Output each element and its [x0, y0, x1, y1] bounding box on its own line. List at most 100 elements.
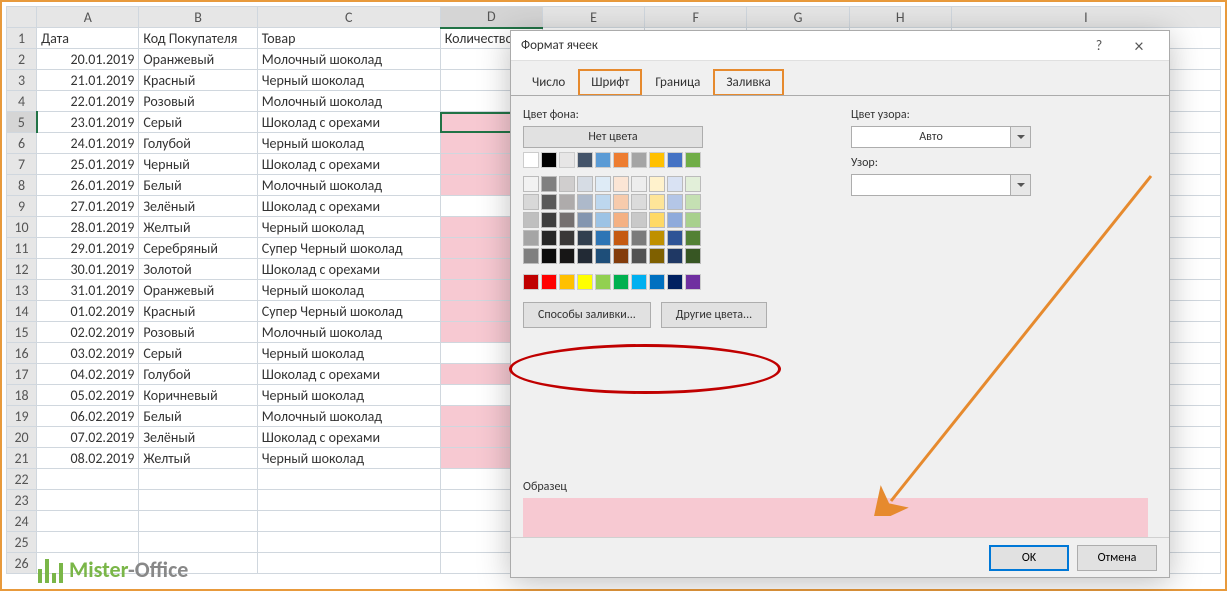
cell[interactable]: Черный — [139, 154, 257, 175]
row-header[interactable]: 6 — [7, 133, 37, 154]
row-header[interactable]: 10 — [7, 217, 37, 238]
color-swatch[interactable] — [541, 230, 557, 246]
cell[interactable]: Голубой — [139, 364, 257, 385]
color-swatch[interactable] — [523, 212, 539, 228]
row-header[interactable]: 19 — [7, 406, 37, 427]
color-swatch[interactable] — [613, 212, 629, 228]
color-swatch[interactable] — [595, 248, 611, 264]
column-header[interactable]: C — [257, 7, 440, 28]
row-header[interactable]: 20 — [7, 427, 37, 448]
cell[interactable]: 26.01.2019 — [37, 175, 139, 196]
cell[interactable]: Коричневый — [139, 385, 257, 406]
color-swatch[interactable] — [523, 176, 539, 192]
cell[interactable]: 22.01.2019 — [37, 91, 139, 112]
color-swatch[interactable] — [577, 248, 593, 264]
cell[interactable]: Желтый — [139, 217, 257, 238]
color-swatch[interactable] — [523, 152, 539, 168]
color-swatch[interactable] — [541, 274, 557, 290]
row-header[interactable]: 23 — [7, 490, 37, 511]
cell[interactable]: Черный шоколад — [257, 280, 440, 301]
cell[interactable] — [257, 490, 440, 511]
cell[interactable] — [37, 490, 139, 511]
cell[interactable]: 03.02.2019 — [37, 343, 139, 364]
cell[interactable] — [257, 469, 440, 490]
color-swatch[interactable] — [685, 212, 701, 228]
color-swatch[interactable] — [577, 194, 593, 210]
cell[interactable]: Черный шоколад — [257, 70, 440, 91]
cell[interactable]: Белый — [139, 175, 257, 196]
cell[interactable]: Розовый — [139, 91, 257, 112]
color-swatch[interactable] — [595, 274, 611, 290]
cell[interactable]: Шоколад с орехами — [257, 196, 440, 217]
color-swatch[interactable] — [523, 274, 539, 290]
color-swatch[interactable] — [559, 194, 575, 210]
cell[interactable]: Оранжевый — [139, 280, 257, 301]
color-swatch[interactable] — [667, 152, 683, 168]
row-header[interactable]: 18 — [7, 385, 37, 406]
color-swatch[interactable] — [667, 248, 683, 264]
row-header[interactable]: 9 — [7, 196, 37, 217]
cell[interactable]: Шоколад с орехами — [257, 427, 440, 448]
row-header[interactable]: 4 — [7, 91, 37, 112]
cell[interactable]: Голубой — [139, 133, 257, 154]
color-swatch[interactable] — [595, 230, 611, 246]
color-swatch[interactable] — [613, 230, 629, 246]
color-swatch[interactable] — [631, 176, 647, 192]
row-header[interactable]: 17 — [7, 364, 37, 385]
ok-button[interactable]: OK — [989, 545, 1069, 571]
color-swatch[interactable] — [667, 212, 683, 228]
color-swatch[interactable] — [667, 230, 683, 246]
more-colors-button[interactable]: Другие цвета... — [661, 302, 767, 328]
color-swatch[interactable] — [577, 176, 593, 192]
color-swatch[interactable] — [667, 176, 683, 192]
color-swatch[interactable] — [685, 194, 701, 210]
cell[interactable]: Золотой — [139, 259, 257, 280]
cell[interactable] — [139, 469, 257, 490]
cell[interactable] — [37, 469, 139, 490]
column-header[interactable]: D — [440, 7, 542, 28]
cell[interactable]: Код Покупателя — [139, 28, 257, 49]
color-swatch[interactable] — [577, 152, 593, 168]
cell[interactable]: Серый — [139, 343, 257, 364]
chevron-down-icon[interactable] — [1011, 174, 1031, 196]
color-swatch[interactable] — [685, 248, 701, 264]
cell[interactable]: Серый — [139, 112, 257, 133]
color-swatch[interactable] — [541, 152, 557, 168]
row-header[interactable]: 5 — [7, 112, 37, 133]
color-swatch[interactable] — [559, 248, 575, 264]
color-swatch[interactable] — [649, 274, 665, 290]
row-header[interactable]: 14 — [7, 301, 37, 322]
cell[interactable]: 07.02.2019 — [37, 427, 139, 448]
cell[interactable]: Оранжевый — [139, 49, 257, 70]
cell[interactable]: Зелёный — [139, 427, 257, 448]
color-swatch[interactable] — [649, 176, 665, 192]
cell[interactable]: Зелёный — [139, 196, 257, 217]
color-swatch[interactable] — [541, 248, 557, 264]
cell[interactable]: Черный шоколад — [257, 448, 440, 469]
cell[interactable]: Шоколад с орехами — [257, 112, 440, 133]
cell[interactable]: Молочный шоколад — [257, 175, 440, 196]
row-header[interactable]: 21 — [7, 448, 37, 469]
tab-border[interactable]: Граница — [642, 69, 713, 96]
color-swatch[interactable] — [685, 230, 701, 246]
row-header[interactable]: 15 — [7, 322, 37, 343]
cell[interactable]: 02.02.2019 — [37, 322, 139, 343]
cell[interactable]: Шоколад с орехами — [257, 154, 440, 175]
cell[interactable]: 01.02.2019 — [37, 301, 139, 322]
column-header[interactable]: I — [951, 7, 1220, 28]
cell[interactable] — [37, 511, 139, 532]
cell[interactable]: Серебряный — [139, 238, 257, 259]
color-swatch[interactable] — [595, 176, 611, 192]
column-header[interactable]: H — [849, 7, 951, 28]
color-swatch[interactable] — [541, 212, 557, 228]
cell[interactable]: Супер Черный шоколад — [257, 301, 440, 322]
row-header[interactable]: 1 — [7, 28, 37, 49]
color-swatch[interactable] — [685, 176, 701, 192]
row-header[interactable]: 12 — [7, 259, 37, 280]
color-swatch[interactable] — [649, 194, 665, 210]
column-header[interactable]: G — [747, 7, 849, 28]
color-swatch[interactable] — [577, 212, 593, 228]
row-header[interactable]: 8 — [7, 175, 37, 196]
color-swatch[interactable] — [613, 176, 629, 192]
cell[interactable]: 06.02.2019 — [37, 406, 139, 427]
